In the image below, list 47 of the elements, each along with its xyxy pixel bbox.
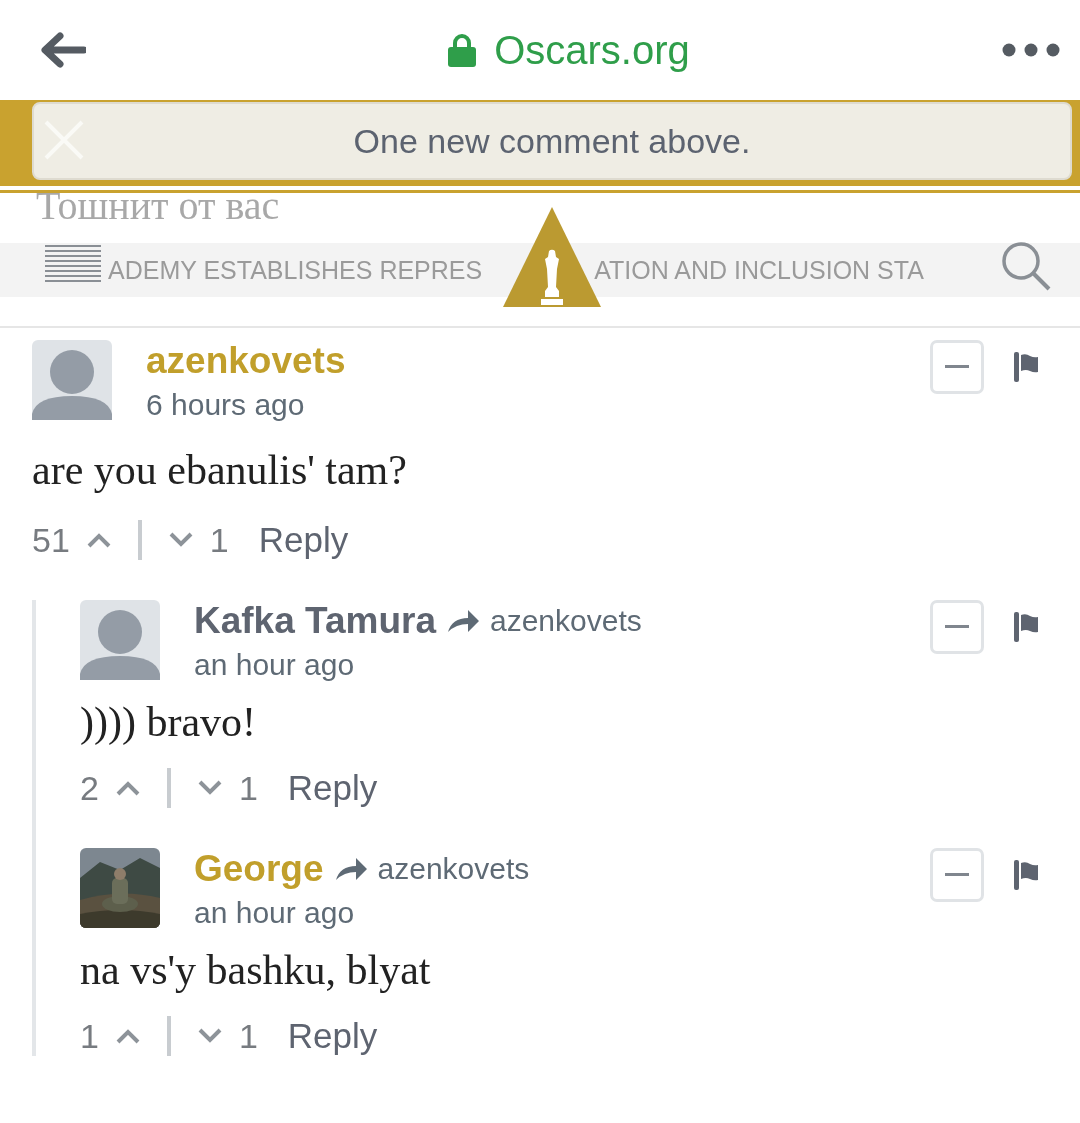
comment-text: are you ebanulis' tam?	[32, 446, 408, 494]
faded-headline: ADEMY ESTABLISHES REPRES	[108, 255, 483, 285]
flag-icon[interactable]	[1014, 612, 1038, 642]
reply-to-name[interactable]: azenkovets	[489, 604, 642, 638]
author-name[interactable]: Kafka Tamura	[194, 600, 436, 642]
search-icon[interactable]	[1000, 240, 1052, 292]
more-icon[interactable]	[1002, 43, 1060, 57]
upvote-icon[interactable]	[114, 780, 141, 796]
reply-link[interactable]: Reply	[287, 768, 378, 808]
back-arrow-icon[interactable]	[40, 32, 86, 68]
site-url[interactable]: Oscars.org	[494, 27, 690, 73]
reply-link[interactable]: Reply	[258, 520, 349, 560]
flag-icon[interactable]	[1014, 352, 1038, 382]
comment-time[interactable]: 6 hours ago	[146, 388, 346, 422]
comment-time[interactable]: an hour ago	[194, 648, 642, 682]
collapse-button[interactable]	[930, 848, 984, 902]
reply-link[interactable]: Reply	[287, 1016, 378, 1056]
new-comment-notice[interactable]: One new comment above.	[32, 102, 1072, 180]
minus-icon	[945, 873, 969, 877]
flag-icon[interactable]	[1014, 860, 1038, 890]
faded-heading: Тошнит от вас	[36, 182, 280, 229]
downvote-icon[interactable]	[196, 1028, 223, 1044]
reply-arrow-icon	[445, 608, 480, 634]
avatar-icon	[32, 340, 112, 420]
downvote-count: 1	[209, 520, 229, 560]
avatar-icon	[80, 600, 160, 680]
downvote-count: 1	[238, 1016, 258, 1056]
reply-arrow-icon	[333, 856, 368, 882]
minus-icon	[945, 625, 969, 629]
downvote-icon[interactable]	[167, 532, 194, 548]
downvote-icon[interactable]	[196, 780, 223, 796]
upvote-count: 2	[80, 768, 99, 808]
reply-to-name[interactable]: azenkovets	[377, 852, 530, 886]
collapse-button[interactable]	[930, 340, 984, 394]
menu-icon[interactable]	[45, 245, 101, 283]
faded-headline: ATION AND INCLUSION STA	[594, 255, 924, 285]
comment-time[interactable]: an hour ago	[194, 896, 530, 930]
collapse-button[interactable]	[930, 600, 984, 654]
upvote-icon[interactable]	[85, 532, 112, 548]
comment-text: )))) bravo!	[80, 698, 258, 746]
upvote-icon[interactable]	[114, 1028, 141, 1044]
upvote-count: 1	[80, 1016, 99, 1056]
lock-icon	[448, 33, 477, 67]
downvote-count: 1	[238, 768, 258, 808]
comment-text: na vs'y bashku, blyat	[80, 946, 432, 994]
upvote-count: 51	[32, 520, 70, 560]
minus-icon	[945, 365, 969, 369]
